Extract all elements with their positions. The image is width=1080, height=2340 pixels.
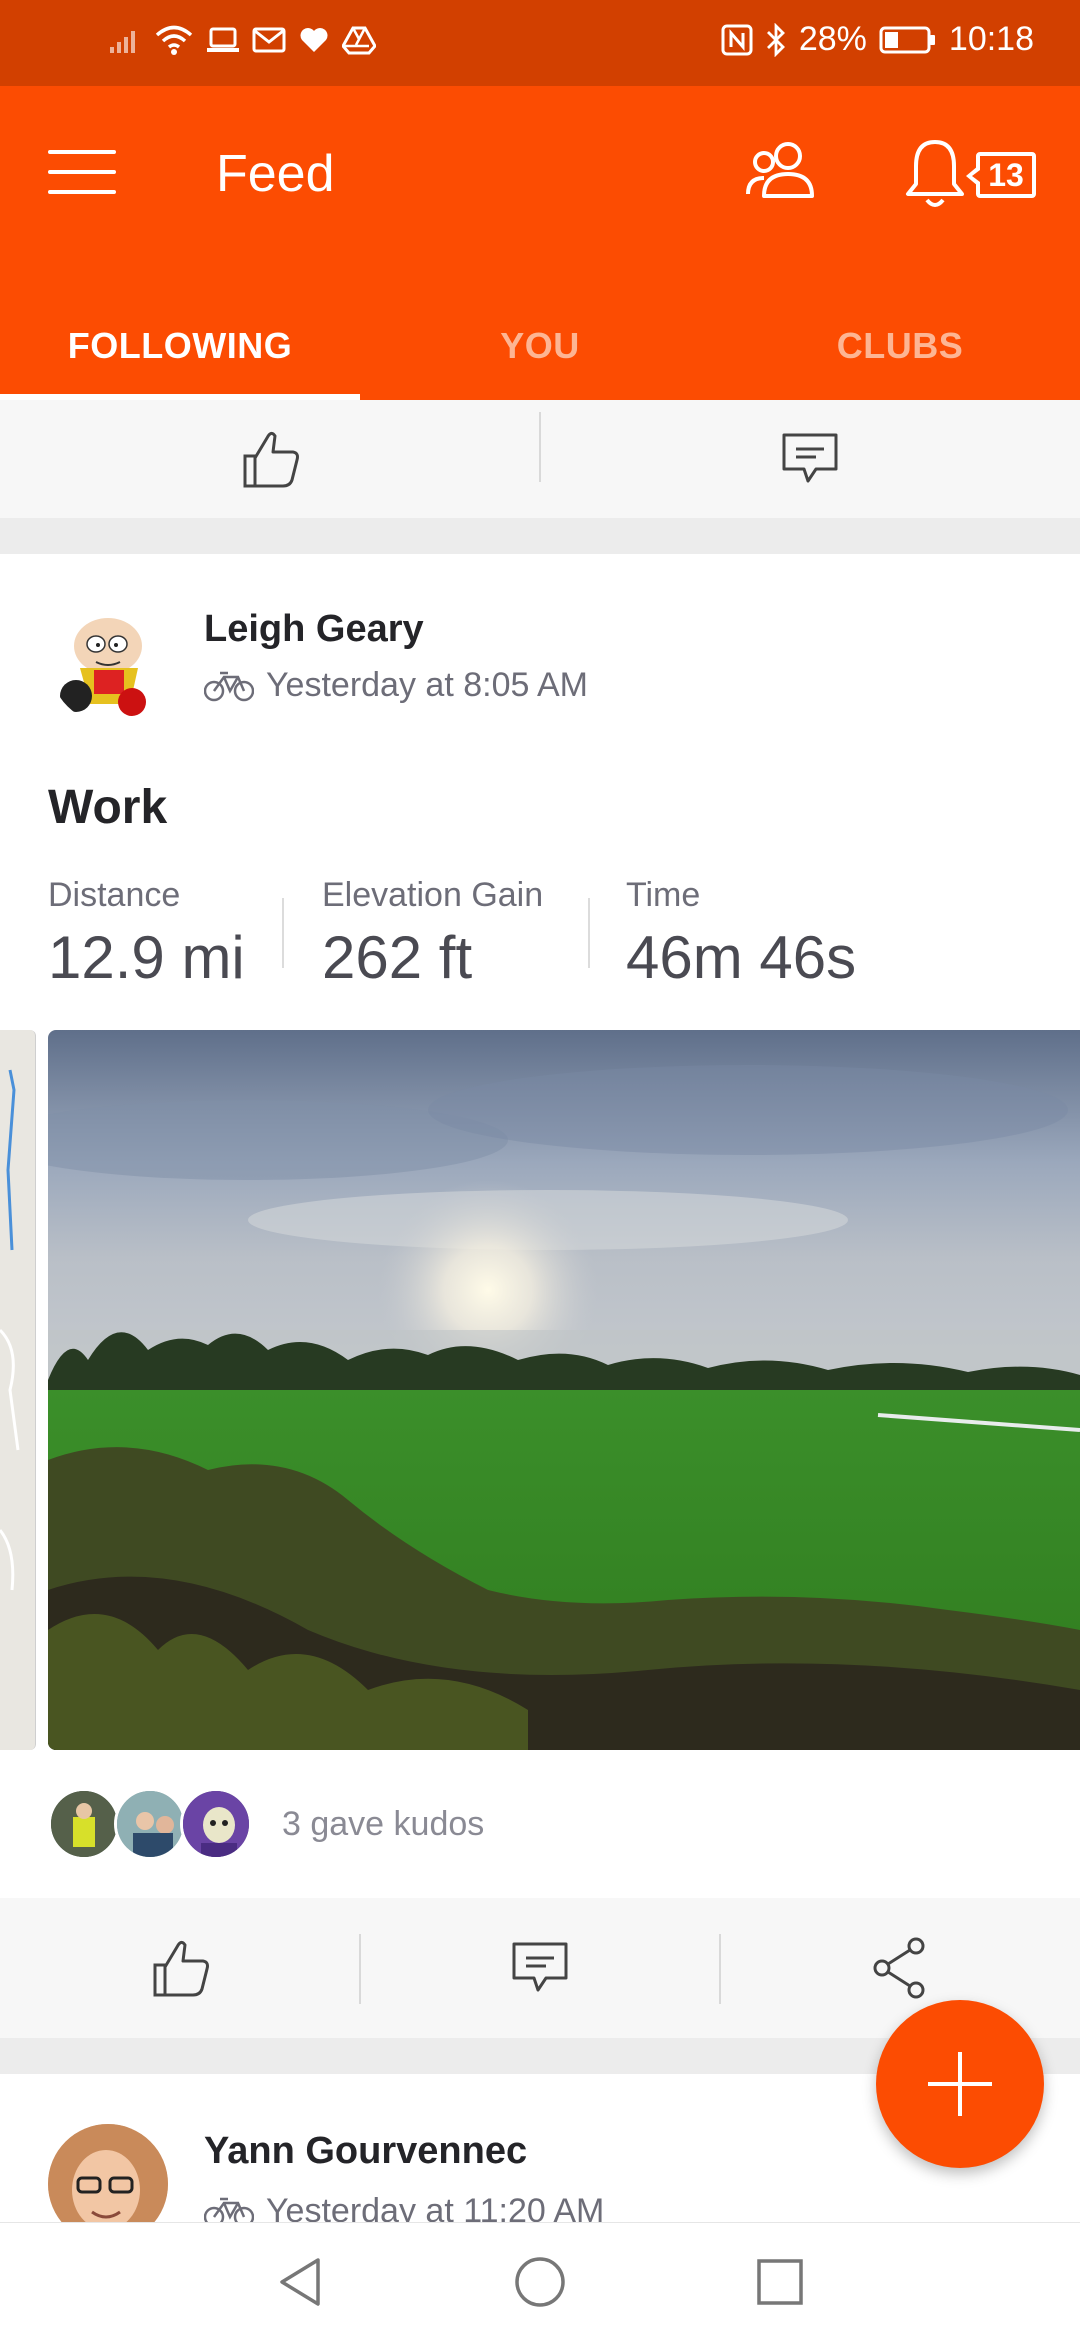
- kudos-avatar: [114, 1788, 186, 1860]
- tab-following[interactable]: FOLLOWING: [0, 296, 360, 400]
- athlete-name[interactable]: Yann Gourvennec: [204, 2130, 527, 2173]
- recents-icon: [757, 2259, 803, 2305]
- comment-icon: [782, 433, 838, 483]
- find-friends-button[interactable]: [742, 138, 822, 206]
- signal-icon: [110, 31, 135, 53]
- clock: 10:18: [948, 20, 1034, 58]
- activity-meta: Yesterday at 8:05 AM: [204, 666, 588, 705]
- home-button[interactable]: [470, 2223, 610, 2340]
- previous-activity-actions: [0, 400, 1080, 518]
- plus-icon: [928, 2052, 992, 2116]
- back-button[interactable]: [230, 2223, 370, 2340]
- nfc-icon: [721, 24, 753, 55]
- stat-divider: [588, 898, 590, 968]
- recents-button[interactable]: [710, 2223, 850, 2340]
- mail-icon: [252, 27, 286, 53]
- laptop-icon: [207, 27, 239, 52]
- people-icon: [746, 142, 814, 198]
- app-bar: Feed 13 FOLLOWING YOU CLUBS: [0, 86, 1080, 400]
- menu-button[interactable]: [48, 146, 120, 198]
- avatar[interactable]: [50, 604, 170, 724]
- battery-percent: 28%: [798, 20, 867, 58]
- activity-title[interactable]: Work: [48, 780, 167, 835]
- thumbs-up-icon: [243, 431, 299, 488]
- athlete-name[interactable]: Leigh Geary: [204, 608, 424, 651]
- comment-button[interactable]: [540, 400, 1080, 518]
- stat-label: Time: [626, 876, 701, 914]
- add-activity-button[interactable]: [876, 2000, 1044, 2168]
- stat-divider: [282, 898, 284, 968]
- notifications-button[interactable]: 13: [902, 136, 1052, 216]
- kudos-button[interactable]: [0, 1898, 360, 2038]
- wifi-icon: [155, 25, 193, 55]
- activity-photo[interactable]: [48, 1030, 1080, 1750]
- bike-icon: [204, 671, 254, 701]
- kudos-summary[interactable]: 3 gave kudos: [48, 1784, 484, 1864]
- back-icon: [280, 2258, 320, 2306]
- comment-icon: [512, 1942, 568, 1992]
- avatar[interactable]: [48, 2124, 168, 2234]
- landscape-image: [48, 1030, 1080, 1750]
- status-right: 28% 10:18: [721, 20, 1034, 59]
- stat-label: Elevation Gain: [322, 876, 544, 914]
- avatar-image: [50, 604, 170, 724]
- page-title: Feed: [216, 145, 335, 203]
- kudos-avatar: [180, 1788, 252, 1860]
- activity-timestamp: Yesterday at 8:05 AM: [266, 666, 588, 704]
- share-icon: [873, 1937, 925, 1999]
- thumbs-up-icon: [153, 1940, 209, 1997]
- comment-button[interactable]: [360, 1898, 720, 2038]
- home-icon: [515, 2257, 565, 2307]
- status-left-icons: [108, 24, 376, 56]
- kudos-button[interactable]: [0, 400, 540, 518]
- status-bar: 28% 10:18: [0, 0, 1080, 86]
- stat-distance: Distance 12.9 mi: [48, 876, 245, 992]
- tab-you[interactable]: YOU: [360, 296, 720, 400]
- drive-icon: [342, 26, 376, 55]
- bell-icon: [906, 140, 964, 207]
- stat-value: 12.9 mi: [48, 924, 245, 991]
- kudos-count-text: 3 gave kudos: [282, 1804, 485, 1843]
- tab-clubs[interactable]: CLUBS: [720, 296, 1080, 400]
- kudos-avatar: [48, 1788, 120, 1860]
- stat-label: Distance: [48, 876, 181, 914]
- route-map[interactable]: [0, 1030, 36, 1750]
- stat-elevation: Elevation Gain 262 ft: [322, 876, 543, 992]
- battery-icon: [879, 26, 935, 53]
- menu-icon: [48, 150, 116, 154]
- system-nav-bar: [0, 2222, 1080, 2340]
- activity-card[interactable]: Leigh Geary Yesterday at 8:05 AM Work Di…: [0, 554, 1080, 2038]
- avatar-image: [48, 2124, 168, 2234]
- map-image: [0, 1030, 35, 1750]
- notification-count-badge: 13: [966, 152, 1036, 198]
- stat-time: Time 46m 46s: [626, 876, 856, 992]
- heart-icon: [300, 28, 328, 52]
- bluetooth-icon: [766, 22, 785, 57]
- feed-tabs: FOLLOWING YOU CLUBS: [0, 296, 1080, 400]
- stat-value: 262 ft: [322, 924, 473, 991]
- stat-value: 46m 46s: [626, 924, 857, 991]
